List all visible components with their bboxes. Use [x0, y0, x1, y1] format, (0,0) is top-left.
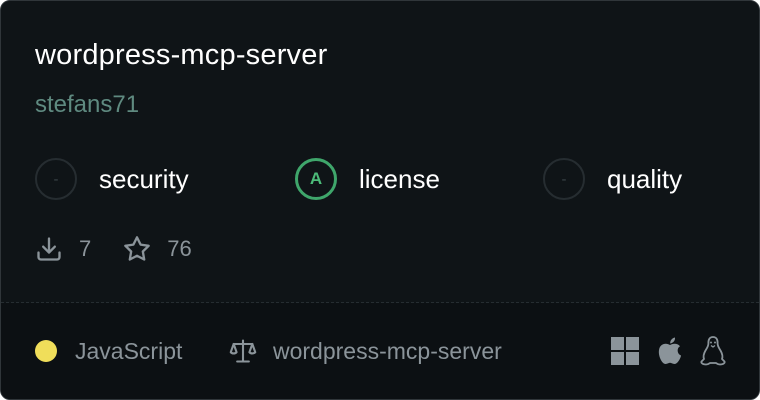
- linux-icon: [700, 336, 726, 366]
- security-score-badge: -: [35, 158, 77, 200]
- stats-row: 7 76: [35, 233, 192, 265]
- license-scale-icon: [229, 339, 257, 363]
- language-color-dot: [35, 340, 57, 362]
- stars-count: 76: [167, 236, 192, 261]
- server-card[interactable]: wordpress-mcp-server stefans71 - securit…: [0, 0, 760, 400]
- score-security: - security: [35, 156, 189, 202]
- apple-icon: [658, 337, 681, 364]
- score-quality: - quality: [543, 156, 682, 202]
- quality-score-label: quality: [607, 163, 683, 194]
- language-label: JavaScript: [75, 338, 183, 364]
- downloads-count: 7: [79, 236, 92, 261]
- license-score-badge: A: [295, 158, 337, 200]
- score-license: A license: [295, 156, 440, 202]
- windows-icon: [611, 337, 639, 365]
- license-repo-label: wordpress-mcp-server: [273, 338, 502, 364]
- server-author[interactable]: stefans71: [35, 88, 139, 122]
- license-score-label: license: [359, 163, 440, 194]
- download-icon: [37, 237, 61, 261]
- quality-score-badge: -: [543, 158, 585, 200]
- security-score-label: security: [99, 163, 189, 194]
- stars-stat: 76: [123, 235, 192, 263]
- server-name[interactable]: wordpress-mcp-server: [35, 35, 327, 75]
- star-icon: [124, 236, 151, 261]
- downloads-stat: 7: [35, 235, 91, 263]
